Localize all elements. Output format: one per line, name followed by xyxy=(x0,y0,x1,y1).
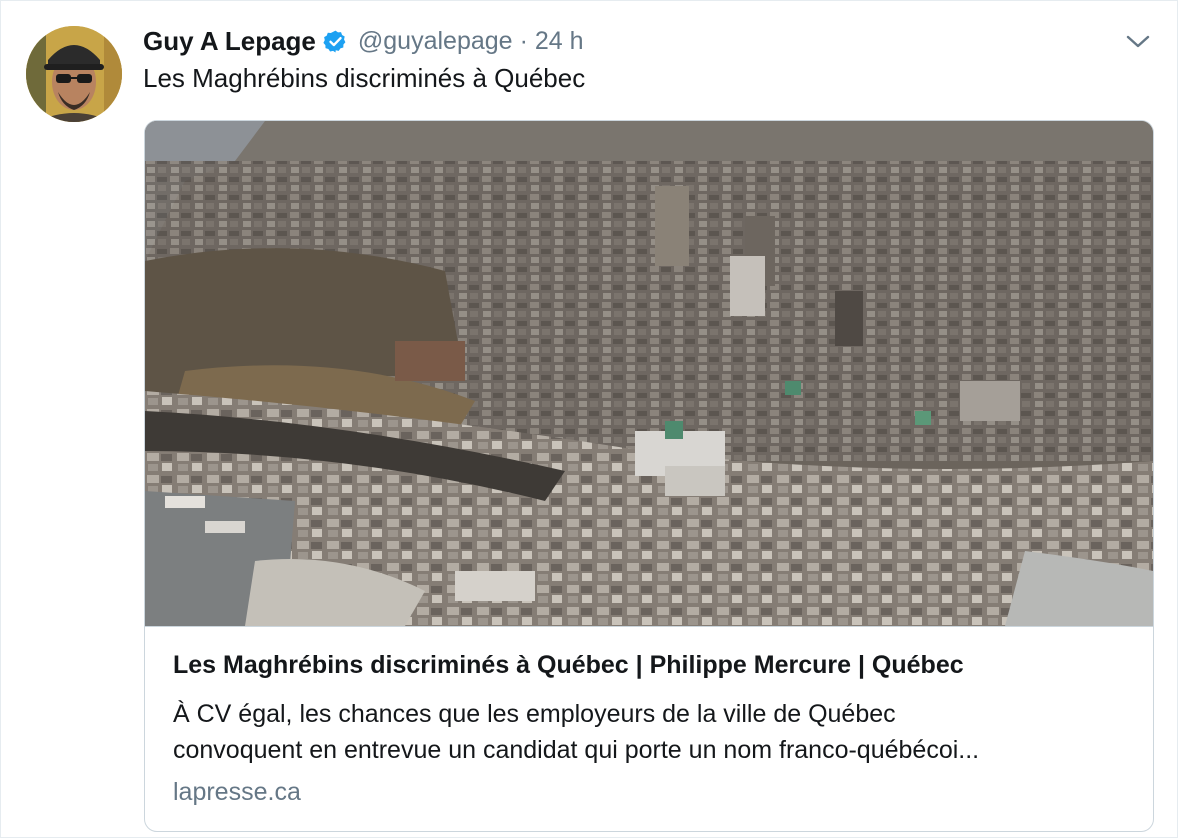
card-title[interactable]: Les Maghrébins discriminés à Québec | Ph… xyxy=(173,651,964,680)
card-image[interactable] xyxy=(145,121,1153,627)
avatar[interactable] xyxy=(26,26,122,122)
tweet-header: Guy A Lepage @guyalepage · 24 h xyxy=(143,21,584,61)
card-description-line: À CV égal, les chances que les employeur… xyxy=(173,700,896,728)
verified-badge-icon xyxy=(323,29,348,54)
tweet-text: Les Maghrébins discriminés à Québec xyxy=(143,63,586,93)
link-preview-card[interactable]: Les Maghrébins discriminés à Québec | Ph… xyxy=(144,120,1154,832)
card-domain[interactable]: lapresse.ca xyxy=(173,778,301,807)
card-description-line: convoquent en entrevue un candidat qui p… xyxy=(173,736,980,764)
user-handle[interactable]: @guyalepage xyxy=(358,27,513,56)
display-name[interactable]: Guy A Lepage xyxy=(143,26,316,57)
card-description: À CV égal, les chances que les employeur… xyxy=(173,696,1133,768)
separator-dot: · xyxy=(519,26,528,55)
chevron-down-icon[interactable] xyxy=(1125,31,1151,53)
tweet-container[interactable]: Guy A Lepage @guyalepage · 24 h Les Magh… xyxy=(0,0,1178,838)
timestamp[interactable]: 24 h xyxy=(535,27,584,56)
